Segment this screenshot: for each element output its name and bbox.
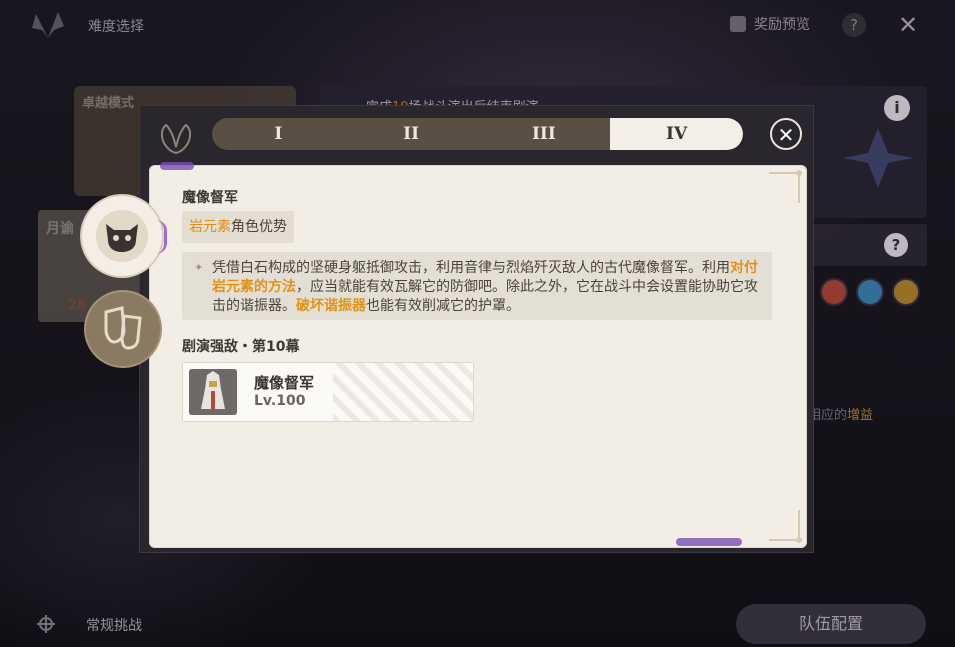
act-tabs: I II III IV <box>212 118 743 150</box>
tab-act-2[interactable]: II <box>345 118 478 150</box>
boss-name: 魔像督军 <box>182 190 238 206</box>
enemy-card[interactable]: 魔像督军 Lv.100 <box>182 362 474 422</box>
desc-highlight-2: 破坏谐振器 <box>296 298 366 314</box>
desc-part-3: 也能有效削减它的护罩。 <box>366 298 520 314</box>
card-pattern <box>333 363 473 421</box>
tab-act-1[interactable]: I <box>212 118 345 150</box>
enemy-name: 魔像督军 <box>254 374 315 392</box>
purple-accent <box>676 538 742 546</box>
boss-description: ✦ 凭借白石构成的坚硬身躯抵御攻击，利用音律与烈焰歼灭敌人的古代魔像督军。利用对… <box>182 252 772 320</box>
modal-close-button[interactable]: ✕ <box>770 118 802 150</box>
purple-accent <box>160 162 194 170</box>
description-text: 凭借白石构成的坚硬身躯抵御攻击，利用音律与烈焰歼灭敌人的古代魔像督军。利用对付岩… <box>212 259 762 316</box>
enemy-portrait <box>189 369 237 415</box>
corner-ornament-icon <box>769 170 802 203</box>
boss-selector-masks[interactable] <box>86 292 160 366</box>
desc-part-1: 凭借白石构成的坚硬身躯抵御攻击，利用音律与烈焰歼灭敌人的古代魔像督军。利用 <box>212 260 730 276</box>
tab-act-3[interactable]: III <box>478 118 611 150</box>
corner-ornament-icon <box>769 510 802 543</box>
enemy-level: Lv.100 <box>254 393 306 409</box>
tab-act-4[interactable]: IV <box>610 118 743 150</box>
sparkle-icon: ✦ <box>194 261 204 274</box>
butterfly-corner-icon <box>160 123 192 155</box>
section-title: 剧演强敌・第10幕 <box>182 339 300 355</box>
boss-selector-active[interactable] <box>82 196 167 276</box>
advantage-text: 角色优势 <box>231 219 287 235</box>
masks-icon <box>104 306 142 350</box>
element-advantage-tag: 岩元素角色优势 <box>182 211 294 243</box>
advantage-element: 岩元素 <box>189 219 231 235</box>
demon-skull-icon <box>96 210 148 262</box>
